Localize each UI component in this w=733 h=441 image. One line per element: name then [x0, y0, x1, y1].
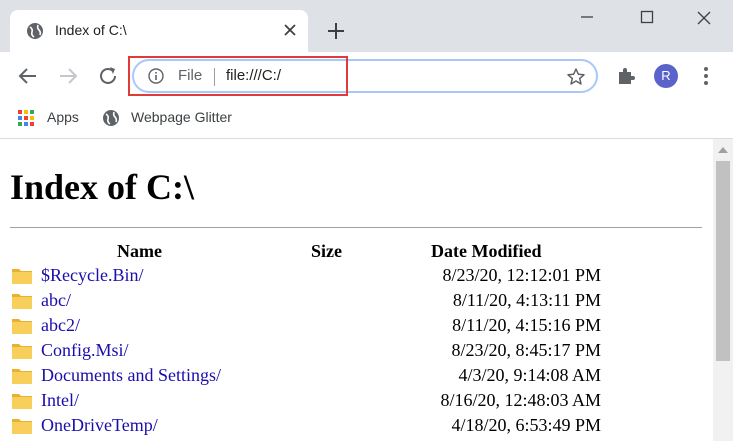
folder-link[interactable]: OneDriveTemp/ [41, 415, 158, 436]
folder-link[interactable]: $Recycle.Bin/ [41, 265, 143, 286]
date-modified: 4/18/20, 6:53:49 PM [451, 415, 601, 435]
date-modified: 8/23/20, 8:45:17 PM [451, 340, 601, 360]
date-modified: 8/23/20, 12:12:01 PM [442, 265, 601, 285]
chip-separator [214, 68, 215, 86]
reload-icon[interactable] [96, 64, 120, 88]
folder-icon [12, 394, 32, 409]
bookmark-label: Apps [47, 109, 79, 125]
scrollbar-thumb[interactable] [716, 161, 730, 361]
tab-strip: Index of C:\ [0, 0, 733, 52]
info-icon[interactable] [148, 68, 164, 84]
maximize-icon[interactable] [640, 10, 654, 24]
tab-active[interactable]: Index of C:\ [10, 10, 308, 52]
date-modified: 8/16/20, 12:48:03 AM [440, 390, 601, 410]
folder-link[interactable]: abc2/ [41, 315, 80, 336]
window-close-icon[interactable] [696, 10, 712, 26]
date-modified: 8/11/20, 4:13:11 PM [452, 290, 601, 310]
bookmark-apps[interactable]: Apps [18, 108, 88, 128]
column-header-date[interactable]: Date Modified [431, 241, 541, 262]
profile-avatar[interactable]: R [654, 64, 678, 88]
folder-link[interactable]: Documents and Settings/ [41, 365, 221, 386]
date-modified: 8/11/20, 4:15:16 PM [452, 315, 601, 335]
bookmark-webpage-glitter[interactable]: Webpage Glitter [102, 108, 252, 128]
folder-link[interactable]: abc/ [41, 290, 71, 311]
folder-link[interactable]: Config.Msi/ [41, 340, 129, 361]
table-row: Intel/8/16/20, 12:48:03 AM [0, 390, 713, 415]
globe-icon [103, 110, 119, 126]
divider [10, 227, 702, 228]
tab-title: Index of C:\ [55, 22, 127, 38]
folder-icon [12, 319, 32, 334]
new-tab-button[interactable] [325, 20, 347, 42]
folder-icon [12, 269, 32, 284]
scheme-chip: File [178, 67, 203, 84]
extensions-puzzle-icon[interactable] [616, 66, 636, 86]
bookmarks-bar: Apps Webpage Glitter [0, 100, 733, 139]
url-text[interactable]: file:///C:/ [226, 67, 281, 84]
bookmark-label: Webpage Glitter [131, 109, 232, 125]
bookmark-star-icon[interactable] [566, 67, 586, 87]
table-row: Config.Msi/8/23/20, 8:45:17 PM [0, 340, 713, 365]
folder-icon [12, 344, 32, 359]
table-row: abc2/8/11/20, 4:15:16 PM [0, 315, 713, 340]
date-modified: 4/3/20, 9:14:08 AM [458, 365, 601, 385]
table-row: $Recycle.Bin/8/23/20, 12:12:01 PM [0, 265, 713, 290]
more-menu-icon[interactable] [700, 65, 712, 87]
table-row: OneDriveTemp/4/18/20, 6:53:49 PM [0, 415, 713, 440]
column-header-name[interactable]: Name [117, 241, 162, 262]
folder-icon [12, 294, 32, 309]
close-icon[interactable] [282, 22, 298, 38]
back-arrow-icon[interactable] [16, 64, 40, 88]
toolbar: File file:///C:/ R [0, 52, 733, 100]
apps-grid-icon [18, 110, 34, 126]
folder-icon [12, 419, 32, 434]
folder-link[interactable]: Intel/ [41, 390, 79, 411]
minimize-icon[interactable] [580, 10, 594, 24]
address-bar[interactable]: File file:///C:/ [132, 59, 598, 93]
page-content: Index of C:\ Name Size Date Modified $Re… [0, 139, 713, 441]
scroll-up-arrow-icon[interactable] [718, 147, 728, 153]
column-header-size[interactable]: Size [311, 241, 342, 262]
forward-arrow-icon[interactable] [56, 64, 80, 88]
scrollbar[interactable] [713, 139, 733, 441]
page-title: Index of C:\ [10, 167, 195, 207]
table-row: abc/8/11/20, 4:13:11 PM [0, 290, 713, 315]
globe-icon [27, 23, 43, 39]
folder-icon [12, 369, 32, 384]
table-row: Documents and Settings/4/3/20, 9:14:08 A… [0, 365, 713, 390]
